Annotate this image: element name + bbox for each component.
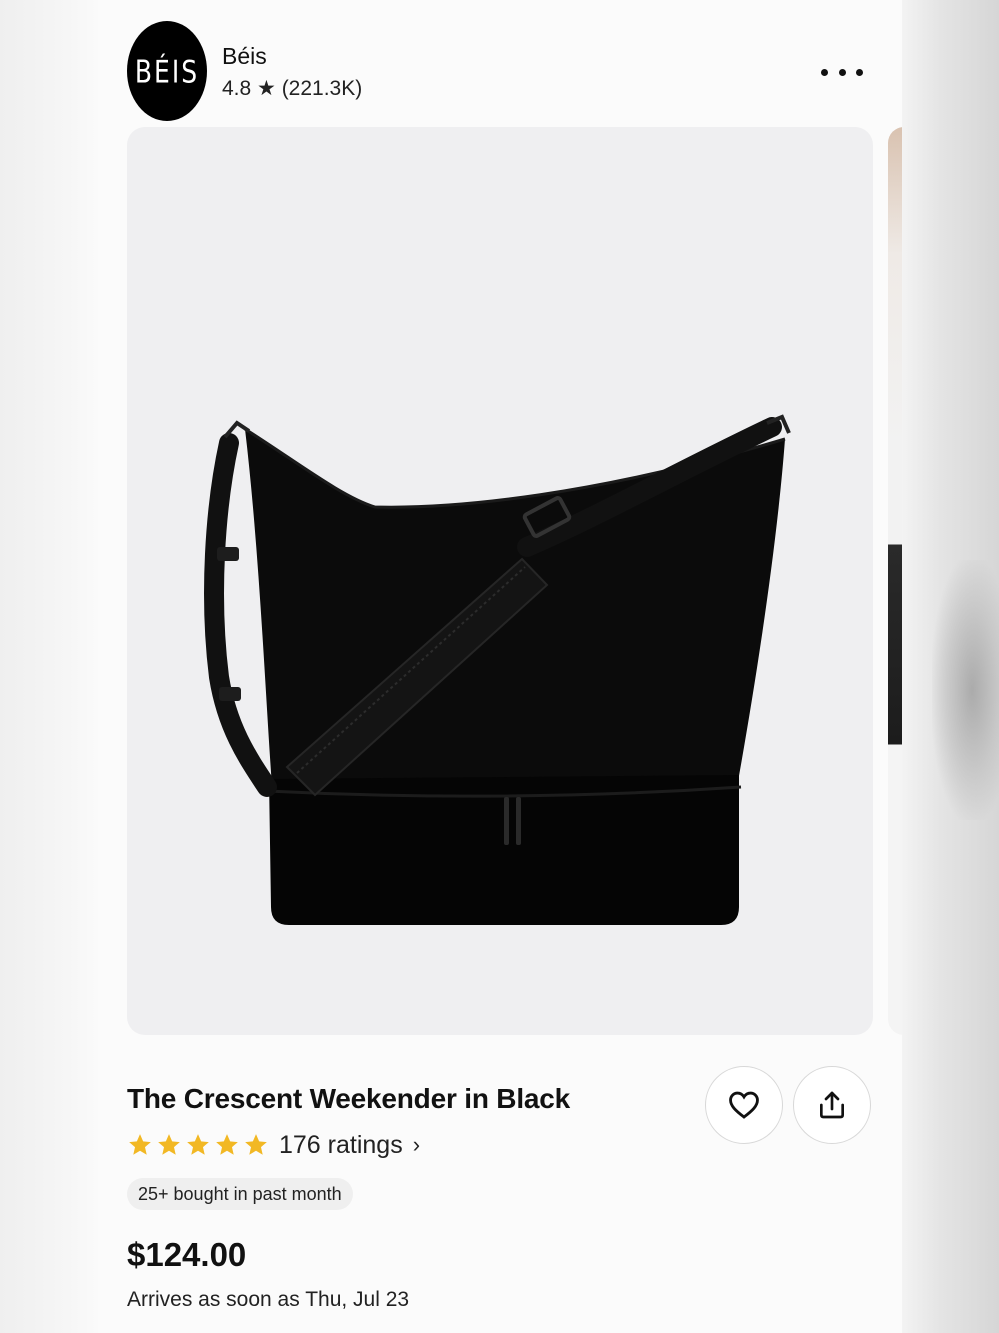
more-dot-icon xyxy=(821,68,828,76)
chevron-right-icon: › xyxy=(412,1132,421,1157)
ratings-count-link[interactable]: 176 ratings xyxy=(279,1131,403,1160)
background-right xyxy=(902,0,999,1333)
more-dot-icon xyxy=(856,68,863,76)
shop-logo[interactable]: BÉIS xyxy=(127,21,207,121)
product-card: BÉIS Béis 4.8 ★ (221.3K) The Crescent We… xyxy=(98,0,902,1333)
star-icon xyxy=(158,1134,180,1155)
social-proof-badge: 25+ bought in past month xyxy=(127,1178,353,1210)
background-left xyxy=(0,0,98,1333)
product-price: $124.00 xyxy=(127,1236,247,1273)
product-image[interactable] xyxy=(127,127,873,1035)
product-title: The Crescent Weekender in Black xyxy=(127,1083,571,1114)
star-icon xyxy=(129,1134,151,1155)
star-icon xyxy=(216,1134,238,1155)
share-icon xyxy=(820,1091,844,1119)
more-dot-icon xyxy=(838,68,846,76)
heart-icon xyxy=(729,1091,759,1119)
star-rating xyxy=(127,1132,269,1158)
star-icon xyxy=(245,1134,267,1155)
star-icon xyxy=(187,1134,209,1155)
bag-illustration xyxy=(204,414,791,925)
share-button[interactable] xyxy=(793,1066,871,1144)
shop-name[interactable]: Béis xyxy=(222,43,267,70)
shop-header: BÉIS Béis 4.8 ★ (221.3K) xyxy=(127,21,877,121)
more-options-button[interactable] xyxy=(817,57,867,87)
product-rating-row[interactable]: 176 ratings › xyxy=(127,1128,420,1162)
favorite-button[interactable] xyxy=(705,1066,783,1144)
delivery-estimate: Arrives as soon as Thu, Jul 23 xyxy=(127,1288,410,1311)
shop-rating: 4.8 ★ (221.3K) xyxy=(222,77,363,100)
next-product-image-peek[interactable] xyxy=(888,127,902,1035)
